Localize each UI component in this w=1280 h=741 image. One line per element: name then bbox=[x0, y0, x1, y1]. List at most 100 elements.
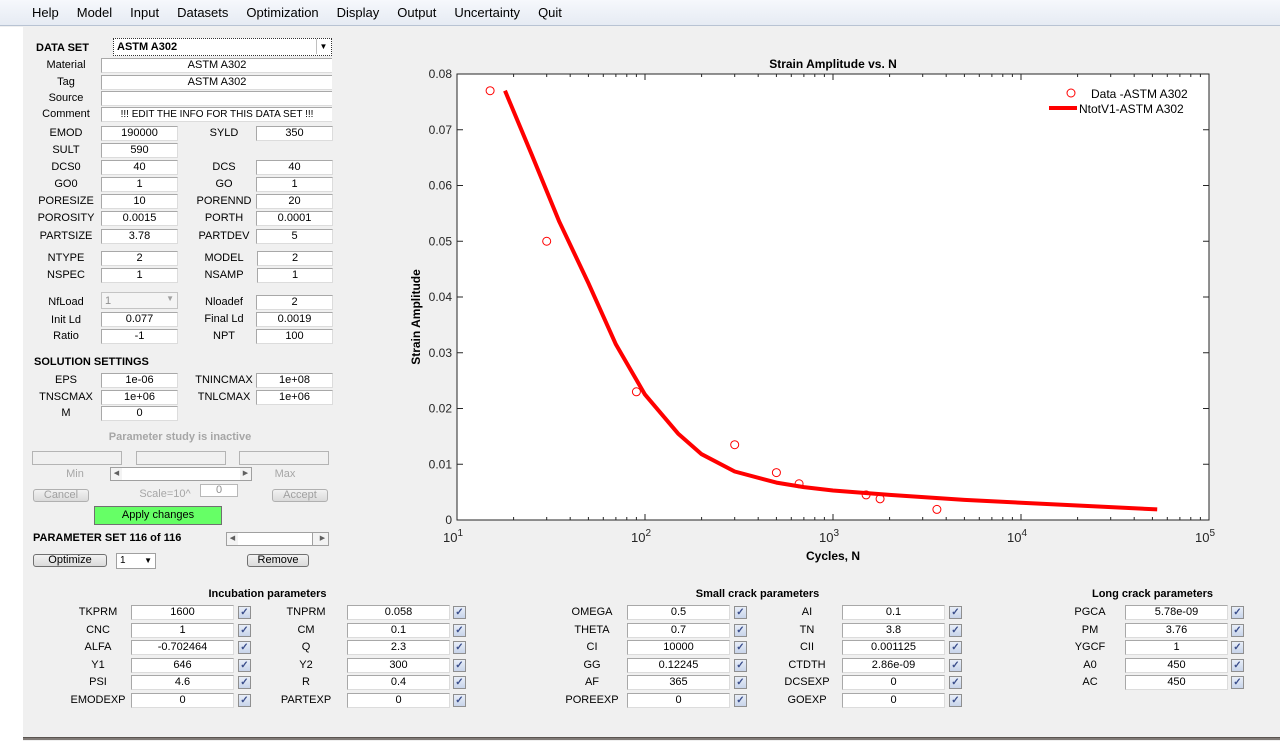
m-field[interactable]: 0 bbox=[101, 406, 178, 421]
tag-field[interactable]: ASTM A302 bbox=[101, 75, 332, 90]
emodexp-field[interactable]: 0 bbox=[131, 693, 234, 708]
y1-field[interactable]: 646 bbox=[131, 658, 234, 673]
ygcf-field[interactable]: 1 bbox=[1125, 640, 1228, 655]
apply-changes-button[interactable]: Apply changes bbox=[94, 506, 222, 525]
arrow-left-icon[interactable]: ◀ bbox=[227, 533, 238, 545]
model-field[interactable]: 2 bbox=[257, 251, 333, 266]
menu-model[interactable]: Model bbox=[75, 5, 114, 20]
menu-datasets[interactable]: Datasets bbox=[175, 5, 230, 20]
porth-field[interactable]: 0.0001 bbox=[256, 211, 333, 226]
theta-checkbox[interactable]: ✓ bbox=[734, 624, 747, 637]
scale-field[interactable]: 0 bbox=[200, 484, 238, 497]
partexp-field[interactable]: 0 bbox=[347, 693, 450, 708]
porosity-field[interactable]: 0.0015 bbox=[101, 211, 178, 226]
cnc-field[interactable]: 1 bbox=[131, 623, 234, 638]
omega-checkbox[interactable]: ✓ bbox=[734, 606, 747, 619]
tnlcmax-field[interactable]: 1e+06 bbox=[256, 390, 333, 405]
dataset-dropdown[interactable]: ASTM A302 ▼ bbox=[113, 38, 332, 56]
a0-checkbox[interactable]: ✓ bbox=[1231, 659, 1244, 672]
tnprm-checkbox[interactable]: ✓ bbox=[453, 606, 466, 619]
af-field[interactable]: 365 bbox=[627, 675, 730, 690]
cii-checkbox[interactable]: ✓ bbox=[949, 641, 962, 654]
a0-field[interactable]: 450 bbox=[1125, 658, 1228, 673]
af-checkbox[interactable]: ✓ bbox=[734, 676, 747, 689]
y1-checkbox[interactable]: ✓ bbox=[238, 659, 251, 672]
gg-field[interactable]: 0.12245 bbox=[627, 658, 730, 673]
menu-input[interactable]: Input bbox=[128, 5, 161, 20]
param-study-max-field[interactable] bbox=[239, 451, 329, 465]
r-field[interactable]: 0.4 bbox=[347, 675, 450, 690]
nloadef-field[interactable]: 2 bbox=[256, 295, 333, 310]
y2-field[interactable]: 300 bbox=[347, 658, 450, 673]
cancel-button[interactable]: Cancel bbox=[33, 489, 89, 502]
dcs-field[interactable]: 40 bbox=[256, 160, 333, 175]
menu-display[interactable]: Display bbox=[335, 5, 382, 20]
cm-checkbox[interactable]: ✓ bbox=[453, 624, 466, 637]
psi-field[interactable]: 4.6 bbox=[131, 675, 234, 690]
menu-uncertainty[interactable]: Uncertainty bbox=[452, 5, 522, 20]
tn-checkbox[interactable]: ✓ bbox=[949, 624, 962, 637]
y2-checkbox[interactable]: ✓ bbox=[453, 659, 466, 672]
theta-field[interactable]: 0.7 bbox=[627, 623, 730, 638]
ctdth-checkbox[interactable]: ✓ bbox=[949, 659, 962, 672]
goexp-field[interactable]: 0 bbox=[842, 693, 945, 708]
partsize-field[interactable]: 3.78 bbox=[101, 229, 178, 244]
optimize-count-dropdown[interactable]: 1 ▼ bbox=[116, 553, 156, 569]
go0-field[interactable]: 1 bbox=[101, 177, 178, 192]
partdev-field[interactable]: 5 bbox=[256, 229, 333, 244]
arrow-right-icon[interactable]: ▶ bbox=[240, 468, 251, 480]
goexp-checkbox[interactable]: ✓ bbox=[949, 694, 962, 707]
material-field[interactable]: ASTM A302 bbox=[101, 58, 332, 73]
pm-field[interactable]: 3.76 bbox=[1125, 623, 1228, 638]
tn-field[interactable]: 3.8 bbox=[842, 623, 945, 638]
ratio-field[interactable]: -1 bbox=[101, 329, 178, 344]
eps-field[interactable]: 1e-06 bbox=[101, 373, 178, 388]
param-study-name-field[interactable] bbox=[32, 451, 122, 465]
poreexp-field[interactable]: 0 bbox=[627, 693, 730, 708]
emod-field[interactable]: 190000 bbox=[101, 126, 178, 141]
menu-optimization[interactable]: Optimization bbox=[244, 5, 320, 20]
psi-checkbox[interactable]: ✓ bbox=[238, 676, 251, 689]
alfa-checkbox[interactable]: ✓ bbox=[238, 641, 251, 654]
nfload-dropdown[interactable]: 1 ▼ bbox=[101, 292, 178, 309]
ctdth-field[interactable]: 2.86e-09 bbox=[842, 658, 945, 673]
r-checkbox[interactable]: ✓ bbox=[453, 676, 466, 689]
optimize-button[interactable]: Optimize bbox=[33, 554, 107, 567]
tnprm-field[interactable]: 0.058 bbox=[347, 605, 450, 620]
ntype-field[interactable]: 2 bbox=[101, 251, 178, 266]
finalld-field[interactable]: 0.0019 bbox=[256, 312, 333, 327]
go-field[interactable]: 1 bbox=[256, 177, 333, 192]
cnc-checkbox[interactable]: ✓ bbox=[238, 624, 251, 637]
menu-output[interactable]: Output bbox=[395, 5, 438, 20]
remove-button[interactable]: Remove bbox=[247, 554, 309, 567]
ac-checkbox[interactable]: ✓ bbox=[1231, 676, 1244, 689]
menu-quit[interactable]: Quit bbox=[536, 5, 564, 20]
menu-help[interactable]: Help bbox=[30, 5, 61, 20]
nspec-field[interactable]: 1 bbox=[101, 268, 178, 283]
ygcf-checkbox[interactable]: ✓ bbox=[1231, 641, 1244, 654]
syld-field[interactable]: 350 bbox=[256, 126, 333, 141]
chevron-down-icon[interactable]: ▼ bbox=[316, 39, 330, 54]
poreexp-checkbox[interactable]: ✓ bbox=[734, 694, 747, 707]
param-study-slider[interactable]: ◀ ▶ bbox=[110, 467, 252, 481]
arrow-right-icon[interactable]: ▶ bbox=[317, 533, 328, 545]
comment-field[interactable]: !!! EDIT THE INFO FOR THIS DATA SET !!! bbox=[101, 107, 332, 122]
dcsexp-field[interactable]: 0 bbox=[842, 675, 945, 690]
param-study-value-field[interactable] bbox=[136, 451, 226, 465]
poresize-field[interactable]: 10 bbox=[101, 194, 178, 209]
source-field[interactable] bbox=[101, 91, 332, 106]
nsamp-field[interactable]: 1 bbox=[257, 268, 333, 283]
gg-checkbox[interactable]: ✓ bbox=[734, 659, 747, 672]
initld-field[interactable]: 0.077 bbox=[101, 312, 178, 327]
arrow-left-icon[interactable]: ◀ bbox=[111, 468, 122, 480]
cii-field[interactable]: 0.001125 bbox=[842, 640, 945, 655]
tnincmax-field[interactable]: 1e+08 bbox=[256, 373, 333, 388]
q-field[interactable]: 2.3 bbox=[347, 640, 450, 655]
sult-field[interactable]: 590 bbox=[101, 143, 178, 158]
parameter-set-slider[interactable]: ◀ ▶ bbox=[226, 532, 329, 546]
tnscmax-field[interactable]: 1e+06 bbox=[101, 390, 178, 405]
ci-field[interactable]: 10000 bbox=[627, 640, 730, 655]
tkprm-field[interactable]: 1600 bbox=[131, 605, 234, 620]
dcsexp-checkbox[interactable]: ✓ bbox=[949, 676, 962, 689]
ai-field[interactable]: 0.1 bbox=[842, 605, 945, 620]
